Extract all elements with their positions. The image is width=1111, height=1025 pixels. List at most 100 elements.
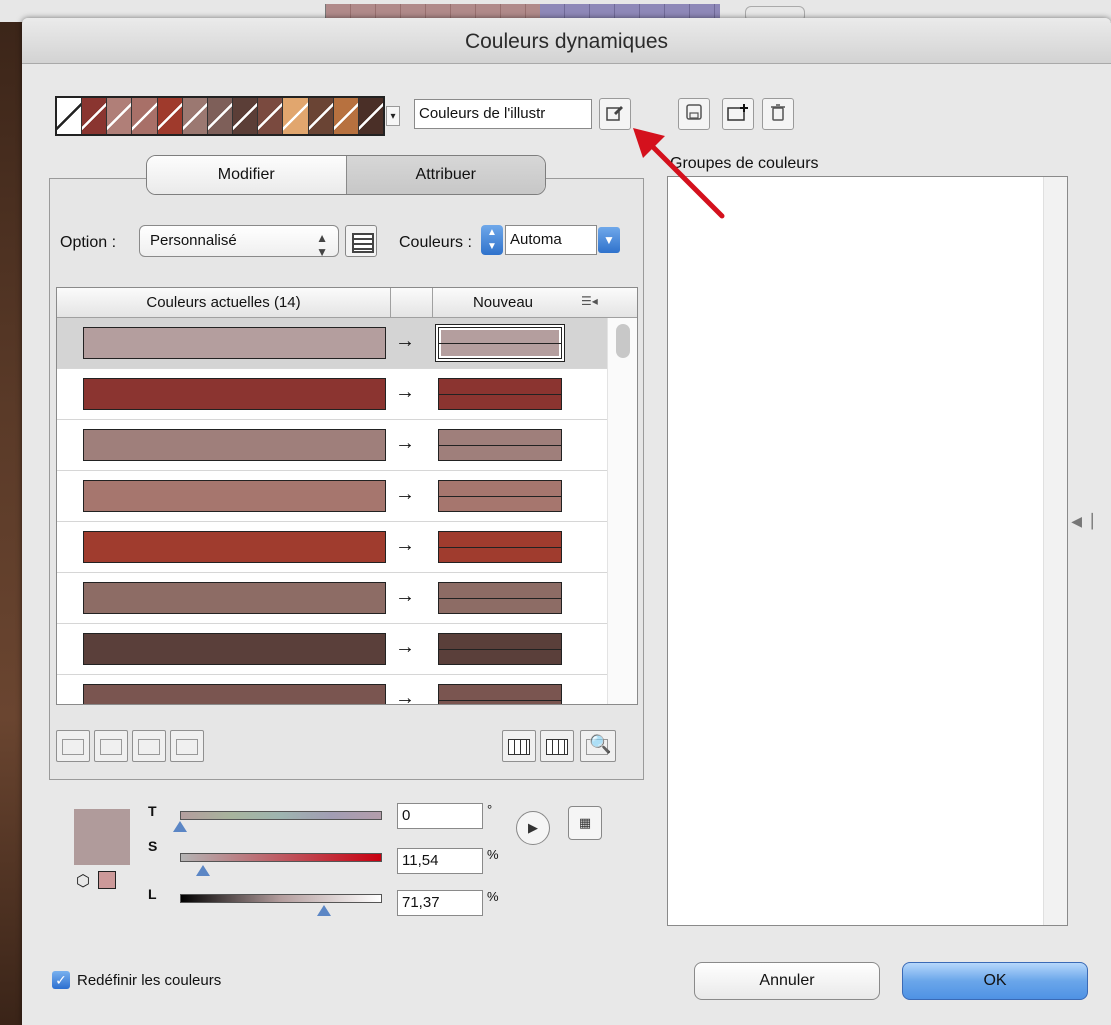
table-scrollbar[interactable] xyxy=(607,318,637,704)
color-group-swatch[interactable] xyxy=(283,98,309,134)
color-group-swatch[interactable] xyxy=(82,98,108,134)
color-groups-scrollbar[interactable] xyxy=(1043,177,1067,925)
separate-colors-button[interactable] xyxy=(94,730,128,762)
saturation-slider-thumb[interactable] xyxy=(196,865,211,876)
ok-button[interactable]: OK xyxy=(902,962,1088,1000)
swatch-grid-button[interactable]: ▦ xyxy=(568,806,602,840)
dynamic-colors-dialog: Couleurs dynamiques ▾ Couleurs de l'illu… xyxy=(22,18,1111,1025)
table-row[interactable]: → xyxy=(57,522,609,573)
table-row[interactable]: → xyxy=(57,471,609,522)
color-group-strip[interactable] xyxy=(55,96,385,136)
new-color-swatch[interactable] xyxy=(438,429,562,461)
t-label: T xyxy=(148,803,157,819)
color-group-swatch[interactable] xyxy=(358,98,384,134)
arrow-icon[interactable]: → xyxy=(395,585,415,608)
color-group-swatch[interactable] xyxy=(107,98,133,134)
color-group-swatch[interactable] xyxy=(157,98,183,134)
color-group-swatch[interactable] xyxy=(233,98,259,134)
colors-count-stepper[interactable]: ▲ ▼ xyxy=(481,225,503,255)
new-color-swatch[interactable] xyxy=(438,633,562,665)
current-color-bar[interactable] xyxy=(83,429,386,461)
table-row[interactable]: → xyxy=(57,369,609,420)
color-group-swatch[interactable] xyxy=(258,98,284,134)
exclude-colors-button[interactable] xyxy=(132,730,166,762)
luminosity-field[interactable]: 71,37 xyxy=(397,890,483,916)
collapse-panel-toggle[interactable]: ◀▕ xyxy=(1071,496,1093,546)
current-color-bar[interactable] xyxy=(83,480,386,512)
option-select[interactable]: Personnalisé ▲ ▼ xyxy=(139,225,339,259)
randomize-saturation-button[interactable] xyxy=(540,730,574,762)
arrow-icon[interactable]: → xyxy=(395,330,415,353)
color-mode-button[interactable]: ▶ xyxy=(516,811,550,845)
current-color-bar[interactable] xyxy=(83,582,386,614)
delete-group-button[interactable] xyxy=(762,98,794,130)
color-group-name-field[interactable]: Couleurs de l'illustr xyxy=(414,99,592,129)
arrow-icon[interactable]: → xyxy=(395,534,415,557)
color-group-swatch[interactable] xyxy=(182,98,208,134)
cancel-button[interactable]: Annuler xyxy=(694,962,880,1000)
new-row-button[interactable] xyxy=(170,730,204,762)
eyedropper-button[interactable] xyxy=(599,98,631,130)
save-group-button[interactable] xyxy=(678,98,710,130)
tab-attribuer[interactable]: Attribuer xyxy=(345,156,545,194)
col-new[interactable]: Nouveau xyxy=(433,288,573,318)
table-row[interactable]: → xyxy=(57,420,609,471)
randomize-order-button[interactable] xyxy=(502,730,536,762)
l-label: L xyxy=(148,886,157,902)
arrow-icon[interactable]: → xyxy=(395,636,415,659)
table-row[interactable]: → xyxy=(57,624,609,675)
arrow-icon[interactable]: → xyxy=(395,687,415,704)
table-row[interactable]: → xyxy=(57,675,609,704)
color-group-dropdown-button[interactable]: ▾ xyxy=(386,106,400,126)
table-row[interactable]: → xyxy=(57,318,609,369)
redefine-colors-checkbox[interactable]: ✓ xyxy=(52,971,70,989)
table-row[interactable]: → xyxy=(57,573,609,624)
redefine-colors-label: Redéfinir les couleurs xyxy=(77,972,222,989)
color-groups-label: Groupes de couleurs xyxy=(670,155,819,172)
color-group-swatch[interactable] xyxy=(207,98,234,134)
saturation-field[interactable]: 11,54 xyxy=(397,848,483,874)
new-group-button[interactable] xyxy=(722,98,754,130)
table-options-icon[interactable]: ☰◂ xyxy=(581,294,598,308)
hue-field[interactable]: 0 xyxy=(397,803,483,829)
color-group-swatch[interactable] xyxy=(333,98,359,134)
arrow-icon[interactable]: → xyxy=(395,381,415,404)
saturation-slider[interactable] xyxy=(180,853,382,862)
mode-tabs: Modifier Attribuer xyxy=(146,155,546,195)
current-color-bar[interactable] xyxy=(83,327,386,359)
gamut-swatch[interactable] xyxy=(98,871,116,889)
current-color-bar[interactable] xyxy=(83,633,386,665)
hue-slider[interactable] xyxy=(180,811,382,820)
new-color-swatch[interactable] xyxy=(438,327,562,359)
luminosity-slider-thumb[interactable] xyxy=(317,905,332,916)
new-color-swatch[interactable] xyxy=(438,378,562,410)
luminosity-slider[interactable] xyxy=(180,894,382,903)
tab-modifier[interactable]: Modifier xyxy=(147,156,346,194)
color-groups-list[interactable] xyxy=(667,176,1068,926)
arrow-icon[interactable]: → xyxy=(395,432,415,455)
new-color-swatch[interactable] xyxy=(438,531,562,563)
arrow-icon[interactable]: → xyxy=(395,483,415,506)
triangle-left-icon: ◀▕ xyxy=(1071,512,1093,529)
hue-slider-thumb[interactable] xyxy=(173,821,187,832)
option-label: Option : xyxy=(60,234,117,251)
current-color-bar[interactable] xyxy=(83,531,386,563)
find-in-artwork-button[interactable]: 🔍 xyxy=(580,730,616,762)
color-group-swatch[interactable] xyxy=(57,98,83,134)
color-reduction-options-button[interactable] xyxy=(345,225,377,257)
color-group-swatch[interactable] xyxy=(132,98,158,134)
scrollbar-thumb[interactable] xyxy=(616,324,630,358)
colors-count-field[interactable]: Automa xyxy=(505,225,597,255)
trash-icon xyxy=(770,103,786,126)
current-color-bar[interactable] xyxy=(83,684,386,704)
save-icon xyxy=(685,103,703,126)
eyedropper-icon xyxy=(605,102,625,127)
new-color-swatch[interactable] xyxy=(438,684,562,704)
colors-count-dropdown[interactable]: ▼ xyxy=(598,227,620,253)
current-color-bar[interactable] xyxy=(83,378,386,410)
merge-colors-button[interactable] xyxy=(56,730,90,762)
new-color-swatch[interactable] xyxy=(438,582,562,614)
color-group-swatch[interactable] xyxy=(308,98,334,134)
col-current-colors[interactable]: Couleurs actuelles (14) xyxy=(57,288,391,318)
new-color-swatch[interactable] xyxy=(438,480,562,512)
